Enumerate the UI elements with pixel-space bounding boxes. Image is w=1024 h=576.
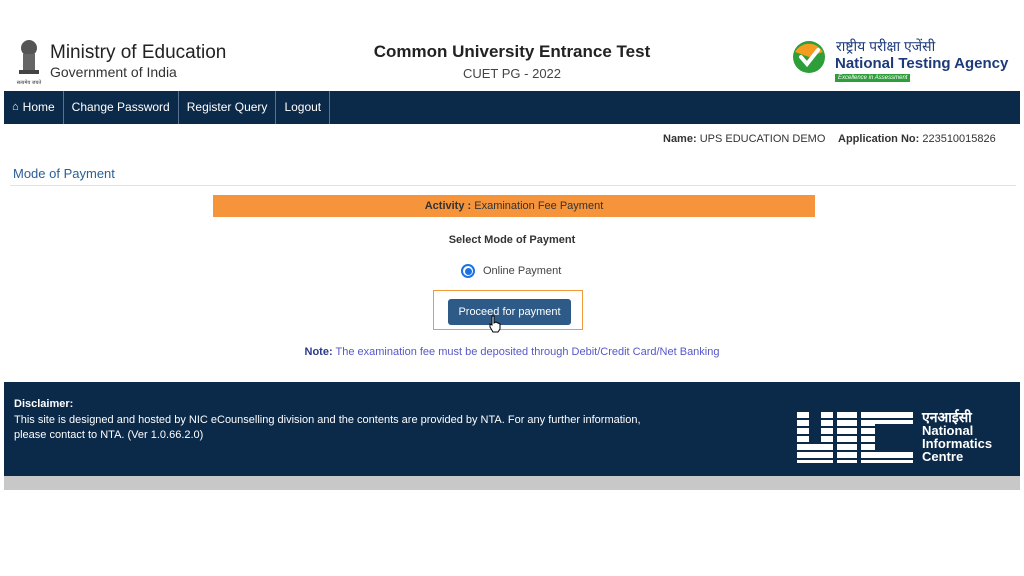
user-name-info: Name: UPS EDUCATION DEMO: [663, 133, 825, 145]
nic-logo-icon: [795, 412, 915, 463]
payment-option-row: Online Payment: [461, 264, 561, 278]
nta-logo-icon: [793, 41, 825, 73]
disclaimer-title: Disclaimer:: [14, 398, 74, 410]
nav-change-password[interactable]: Change Password: [64, 91, 179, 124]
divider: [10, 185, 1016, 186]
home-icon: ⌂: [12, 101, 19, 113]
header: सत्यमेव जयते Ministry of Education Gover…: [0, 0, 1024, 92]
application-no-label: Application No:: [838, 133, 920, 145]
nav-register-query[interactable]: Register Query: [179, 91, 277, 124]
activity-label: Activity :: [424, 200, 472, 212]
name-label: Name:: [663, 133, 697, 145]
nic-english-name: National Informatics Centre: [922, 424, 992, 463]
name-value: UPS EDUCATION DEMO: [699, 133, 826, 145]
note-text: The examination fee must be deposited th…: [335, 346, 720, 358]
nta-english-name: National Testing Agency: [835, 55, 1009, 72]
online-payment-label[interactable]: Online Payment: [483, 265, 561, 277]
bottom-strip: [4, 476, 1020, 490]
section-title: Mode of Payment: [13, 166, 115, 181]
activity-banner: Activity : Examination Fee Payment: [213, 195, 815, 217]
application-number-info: Application No: 223510015826: [838, 133, 996, 145]
nav-logout[interactable]: Logout: [276, 91, 331, 124]
online-payment-radio[interactable]: [461, 264, 475, 278]
select-mode-label: Select Mode of Payment: [448, 234, 576, 246]
footer: Disclaimer: This site is designed and ho…: [4, 382, 1020, 476]
proceed-for-payment-button[interactable]: Proceed for payment: [448, 299, 571, 325]
nta-tagline: Excellence in Assessment: [835, 74, 911, 82]
nav-home-label: Home: [22, 100, 55, 114]
activity-value: Examination Fee Payment: [474, 200, 604, 212]
hand-cursor-icon: [489, 315, 501, 333]
nta-hindi-name: राष्ट्रीय परीक्षा एजेंसी: [836, 38, 936, 54]
disclaimer-line-1: This site is designed and hosted by NIC …: [14, 414, 641, 426]
payment-note: Note: The examination fee must be deposi…: [0, 346, 1024, 358]
disclaimer-text: This site is designed and hosted by NIC …: [14, 413, 664, 443]
nic-line-3: Centre: [922, 449, 964, 464]
application-no-value: 223510015826: [922, 133, 996, 145]
disclaimer-line-2: please contact to NTA. (Ver 1.0.66.2.0): [14, 429, 204, 441]
note-label: Note:: [304, 346, 333, 358]
main-navbar: ⌂ Home Change Password Register Query Lo…: [4, 91, 1020, 124]
radio-selected-dot: [464, 267, 472, 275]
nav-home[interactable]: ⌂ Home: [4, 91, 64, 124]
